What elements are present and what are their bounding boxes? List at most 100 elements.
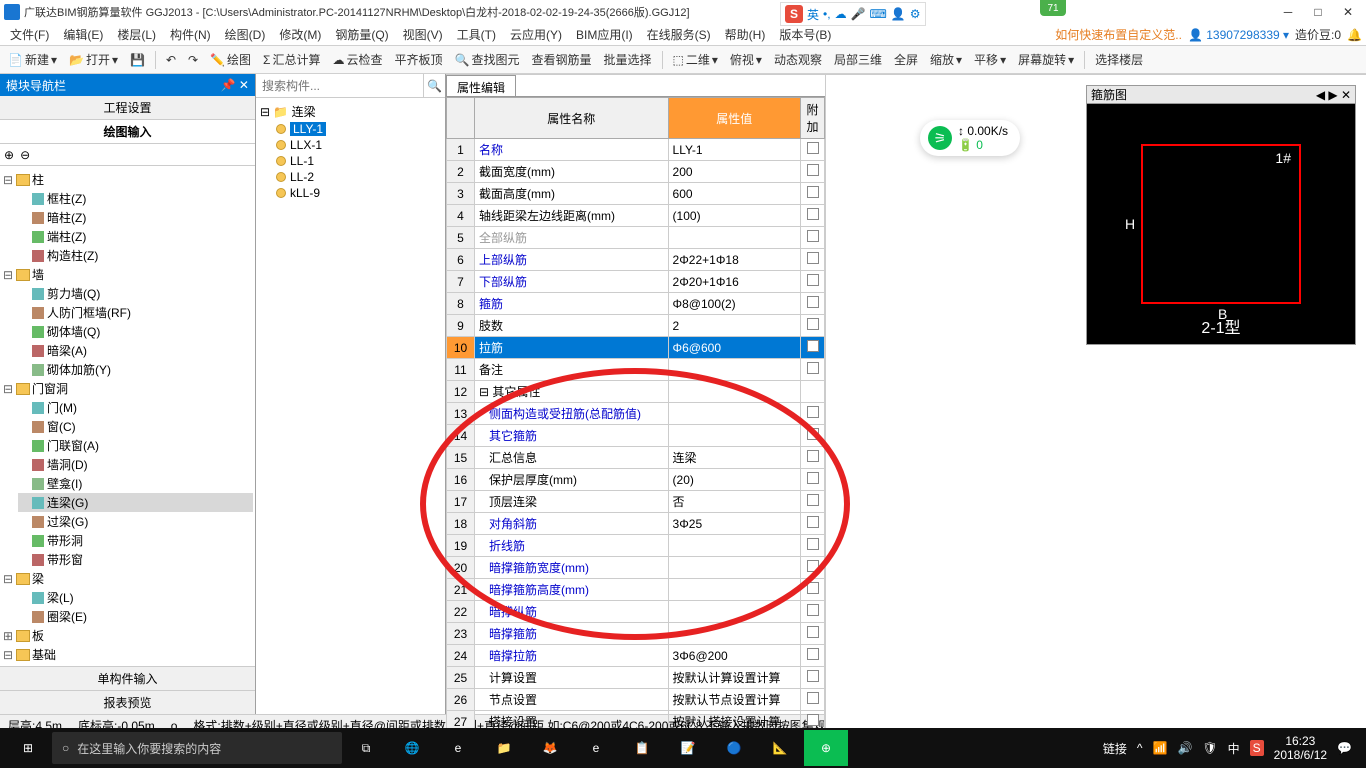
local3d-button[interactable]: 局部三维 <box>830 49 886 70</box>
orbit-button[interactable]: 动态观察 <box>770 49 826 70</box>
pin-icon[interactable]: 📌 ✕ <box>221 78 249 92</box>
component-item[interactable]: LLX-1 <box>258 137 443 153</box>
tree-item[interactable]: 砌体墙(Q) <box>18 322 253 341</box>
search-input[interactable] <box>256 74 423 97</box>
expand-icon[interactable]: ⊕ <box>4 148 14 162</box>
fullscreen-button[interactable]: 全屏 <box>890 49 922 70</box>
property-row[interactable]: 20 暗撑箍筋宽度(mm) <box>447 557 825 579</box>
menu-bim[interactable]: BIM应用(I) <box>570 24 639 45</box>
close-button[interactable]: ✕ <box>1334 2 1362 22</box>
tree-item[interactable]: 带形窗 <box>18 550 253 569</box>
account-badge[interactable]: 👤 13907298339 ▾ <box>1188 28 1289 42</box>
undo-icon[interactable]: ↶ <box>162 51 180 69</box>
tray-shield-icon[interactable]: 🛡 <box>1202 741 1217 755</box>
ime-toolbar[interactable]: S 英 •, ☁ 🎤 ⌨ 👤 ⚙ <box>780 2 926 26</box>
rotate-button[interactable]: 屏幕旋转 ▾ <box>1014 49 1078 70</box>
property-row[interactable]: 26 节点设置按默认节点设置计算 <box>447 689 825 711</box>
property-row[interactable]: 9肢数2 <box>447 315 825 337</box>
component-item[interactable]: kLL-9 <box>258 185 443 201</box>
task-app-4[interactable]: 🦊 <box>528 730 572 766</box>
tree-item[interactable]: 剪力墙(Q) <box>18 284 253 303</box>
tray-wifi-icon[interactable]: 📶 <box>1152 741 1167 755</box>
tree-item[interactable]: 暗梁(A) <box>18 341 253 360</box>
open-button[interactable]: 📂 打开 ▾ <box>65 49 122 70</box>
task-app-8[interactable]: 🔵 <box>712 730 756 766</box>
property-row[interactable]: 1名称LLY-1 <box>447 139 825 161</box>
tree-folder[interactable]: ⊟基础 <box>2 645 253 664</box>
tray-ime-icon[interactable]: 中 <box>1228 740 1240 757</box>
pan-button[interactable]: 平移 ▾ <box>970 49 1010 70</box>
batch-button[interactable]: 批量选择 <box>600 49 656 70</box>
property-row[interactable]: 19 折线筋 <box>447 535 825 557</box>
menu-draw[interactable]: 绘图(D) <box>219 24 272 45</box>
tray-link[interactable]: 链接 <box>1103 740 1127 757</box>
tray-clock[interactable]: 16:23 2018/6/12 <box>1274 734 1327 763</box>
menu-modify[interactable]: 修改(M) <box>273 24 327 45</box>
property-row[interactable]: 15 汇总信息连梁 <box>447 447 825 469</box>
property-row[interactable]: 24 暗撑拉筋3Φ6@200 <box>447 645 825 667</box>
menu-component[interactable]: 构件(N) <box>164 24 217 45</box>
tree-item[interactable]: 窗(C) <box>18 417 253 436</box>
tree-item[interactable]: 墙洞(D) <box>18 455 253 474</box>
component-root[interactable]: ⊟ 📁 连梁 <box>258 102 443 121</box>
menu-floor[interactable]: 楼层(L) <box>111 24 162 45</box>
cloud-check-button[interactable]: ☁ 云检查 <box>328 49 386 70</box>
tree-item[interactable]: 梁(L) <box>18 588 253 607</box>
save-icon[interactable]: 💾 <box>126 51 149 69</box>
task-app-3[interactable]: 📁 <box>482 730 526 766</box>
task-app-1[interactable]: 🌐 <box>390 730 434 766</box>
menu-view[interactable]: 视图(V) <box>397 24 449 45</box>
tab-draw-input[interactable]: 绘图输入 <box>0 120 255 144</box>
collapse-icon[interactable]: ⊖ <box>20 148 30 162</box>
floor-select-button[interactable]: 选择楼层 <box>1091 49 1147 70</box>
tray-notification-icon[interactable]: 💬 <box>1337 741 1352 755</box>
redo-icon[interactable]: ↷ <box>184 51 202 69</box>
view-rebar-button[interactable]: 查看钢筋量 <box>527 49 595 70</box>
task-app-7[interactable]: 📝 <box>666 730 710 766</box>
sum-button[interactable]: Σ 汇总计算 <box>259 49 324 70</box>
tab-single-input[interactable]: 单构件输入 <box>0 666 255 690</box>
flat-button[interactable]: 平齐板顶 <box>391 49 447 70</box>
help-link[interactable]: 如何快速布置自定义范.. <box>1055 26 1182 43</box>
diagram-controls[interactable]: ◀ ▶ ✕ <box>1316 88 1351 102</box>
property-row[interactable]: 2截面宽度(mm)200 <box>447 161 825 183</box>
component-item[interactable]: LL-2 <box>258 169 443 185</box>
task-app-9[interactable]: 📐 <box>758 730 802 766</box>
property-row[interactable]: 23 暗撑箍筋 <box>447 623 825 645</box>
tree-item[interactable]: 门联窗(A) <box>18 436 253 455</box>
property-row[interactable]: 21 暗撑箍筋高度(mm) <box>447 579 825 601</box>
property-row[interactable]: 14 其它箍筋 <box>447 425 825 447</box>
property-row[interactable]: 10拉筋Φ6@600 <box>447 337 825 359</box>
property-row[interactable]: 8箍筋Φ8@100(2) <box>447 293 825 315</box>
tree-folder[interactable]: ⊟梁 <box>2 569 253 588</box>
property-row[interactable]: 6上部纵筋2Φ22+1Φ18 <box>447 249 825 271</box>
tree-item[interactable]: 门(M) <box>18 398 253 417</box>
viewport[interactable]: 箍筋图 ◀ ▶ ✕ 1# H B 2-1型 <box>826 75 1366 755</box>
tray-up-icon[interactable]: ^ <box>1137 741 1143 755</box>
menu-cloud[interactable]: 云应用(Y) <box>504 24 568 45</box>
tree-item[interactable]: 过梁(G) <box>18 512 253 531</box>
component-item[interactable]: LL-1 <box>258 153 443 169</box>
property-row[interactable]: 16 保护层厚度(mm)(20) <box>447 469 825 491</box>
menu-tools[interactable]: 工具(T) <box>451 24 502 45</box>
tree-folder[interactable]: ⊟柱 <box>2 170 253 189</box>
start-button[interactable]: ⊞ <box>6 730 50 766</box>
draw-button[interactable]: ✏️绘图 <box>206 49 255 70</box>
menu-file[interactable]: 文件(F) <box>4 24 55 45</box>
property-row[interactable]: 11备注 <box>447 359 825 381</box>
tray-sogou-icon[interactable]: S <box>1250 740 1264 756</box>
maximize-button[interactable]: □ <box>1304 2 1332 22</box>
task-view-icon[interactable]: ⧉ <box>344 730 388 766</box>
tree-folder[interactable]: ⊟墙 <box>2 265 253 284</box>
new-button[interactable]: 📄 新建 ▾ <box>4 49 61 70</box>
tab-project-settings[interactable]: 工程设置 <box>0 96 255 120</box>
property-row[interactable]: 12⊟ 其它属性 <box>447 381 825 403</box>
tree-item[interactable]: 砌体加筋(Y) <box>18 360 253 379</box>
property-row[interactable]: 18 对角斜筋3Φ25 <box>447 513 825 535</box>
tree-item[interactable]: 人防门框墙(RF) <box>18 303 253 322</box>
tree-item[interactable]: 构造柱(Z) <box>18 246 253 265</box>
property-row[interactable]: 7下部纵筋2Φ20+1Φ16 <box>447 271 825 293</box>
tray-volume-icon[interactable]: 🔊 <box>1177 741 1192 755</box>
tree-item[interactable]: 端柱(Z) <box>18 227 253 246</box>
menu-online[interactable]: 在线服务(S) <box>641 24 717 45</box>
